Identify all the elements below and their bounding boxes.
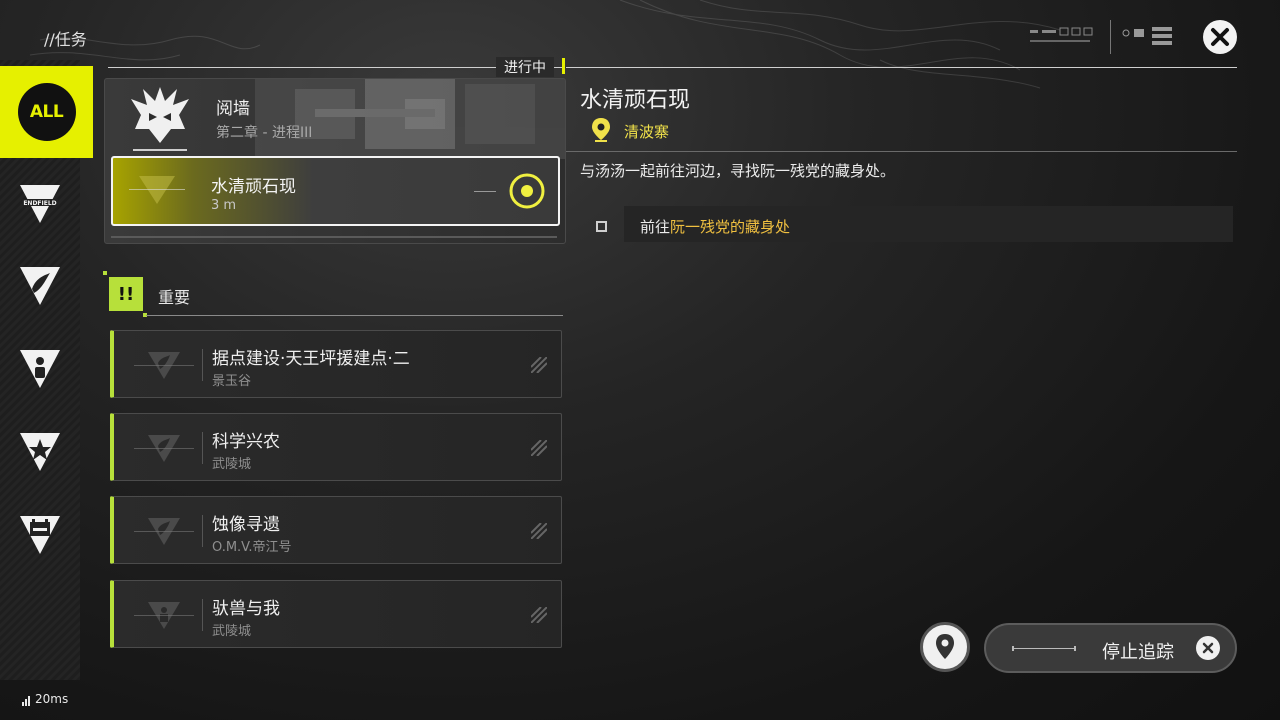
quest-detail-title: 水清顽石现	[580, 88, 691, 113]
divider	[202, 349, 203, 381]
hud-decoration	[1030, 27, 1093, 42]
important-label: 重要	[158, 288, 191, 307]
stop-tracking-button[interactable]: 停止追踪	[984, 623, 1237, 673]
objective-prefix: 前往	[640, 218, 671, 236]
divider	[202, 515, 203, 547]
origami-icon	[20, 267, 60, 305]
tracking-dash	[474, 191, 496, 192]
objective-checkbox	[596, 221, 607, 232]
quest-item-3[interactable]: 蚀像寻遗 O.M.V.帝江号	[110, 496, 562, 564]
quest-location: 武陵城	[212, 457, 252, 472]
important-divider	[146, 315, 563, 316]
objective-target: 阮一残党的藏身处	[670, 218, 791, 236]
in-progress-marker	[562, 58, 565, 74]
corner-dot	[103, 271, 107, 275]
hatch-icon	[531, 523, 547, 539]
in-progress-label: 进行中	[496, 57, 554, 77]
calendar-icon	[20, 516, 60, 554]
quest-location: 武陵城	[212, 624, 252, 639]
quest-item-1[interactable]: 据点建设·天王坪援建点·二 景玉谷	[110, 330, 562, 398]
hud-decoration-right	[1122, 27, 1172, 45]
chapter-emblem-icon	[131, 87, 189, 151]
chapter-divider	[111, 236, 557, 238]
divider	[202, 599, 203, 631]
signal-icon	[22, 695, 30, 706]
quest-name: 蚀像寻遗	[212, 515, 280, 535]
star-icon	[20, 433, 60, 471]
stop-icon	[1196, 636, 1220, 660]
map-pin-icon	[936, 634, 954, 659]
close-icon	[1211, 28, 1229, 46]
quest-type-icon	[134, 435, 194, 462]
sidebar-item-mission-type-2[interactable]	[0, 244, 80, 328]
endfield-icon: ENDFIELD	[20, 185, 60, 223]
quest-type-icon	[129, 176, 185, 204]
quest-item-2[interactable]: 科学兴农 武陵城	[110, 413, 562, 481]
sidebar-item-mission-type-4[interactable]	[0, 410, 80, 494]
network-status: 20ms	[22, 692, 68, 706]
important-badge: !!	[109, 277, 143, 311]
quest-name: 科学兴农	[212, 432, 280, 452]
quest-type-icon	[134, 518, 194, 545]
location-pin-icon	[592, 118, 610, 142]
detail-top-divider	[566, 67, 1237, 68]
quest-type-icon	[134, 352, 194, 379]
person-icon	[20, 350, 60, 388]
in-progress-divider	[108, 67, 563, 68]
quest-location: 景玉谷	[212, 374, 252, 389]
divider	[202, 432, 203, 464]
close-button[interactable]	[1203, 20, 1237, 54]
quest-item-4[interactable]: 驮兽与我 武陵城	[110, 580, 562, 648]
chapter-title: 阅墙	[216, 99, 250, 119]
stop-tracking-label: 停止追踪	[1102, 642, 1174, 663]
svg-text:ENDFIELD: ENDFIELD	[23, 200, 56, 207]
decorative-line	[1012, 646, 1076, 651]
active-quest-name: 水清顽石现	[211, 177, 296, 197]
sidebar-item-mission-type-5[interactable]	[0, 493, 80, 577]
quest-location: O.M.V.帝江号	[212, 540, 292, 555]
active-quest-item[interactable]: 水清顽石现 3 m	[111, 156, 560, 226]
hatch-icon	[531, 440, 547, 456]
quest-detail-location: 清波寨	[624, 123, 670, 141]
sidebar-item-mission-type-3[interactable]	[0, 327, 80, 411]
detail-divider	[566, 151, 1237, 152]
quest-name: 据点建设·天王坪援建点·二	[212, 349, 410, 369]
hud-divider	[1110, 20, 1111, 54]
page-title: //任务	[44, 30, 87, 49]
chapter-subtitle: 第二章 - 进程III	[216, 125, 313, 141]
all-label: ALL	[17, 83, 76, 141]
quest-description: 与汤汤一起前往河边，寻找阮一残党的藏身处。	[580, 162, 896, 180]
hatch-icon	[531, 357, 547, 373]
quest-name: 驮兽与我	[212, 599, 280, 619]
chapter-card: 阅墙 第二章 - 进程III 水清顽石现 3 m	[104, 78, 566, 244]
sidebar-item-endfield[interactable]: ENDFIELD	[0, 162, 80, 246]
tracking-target-icon	[509, 173, 545, 209]
sidebar-item-all[interactable]: ALL	[0, 66, 93, 158]
active-quest-distance: 3 m	[211, 198, 237, 213]
hatch-icon	[531, 607, 547, 623]
objective-text: 前往阮一残党的藏身处	[640, 216, 790, 237]
ping-value: 20ms	[35, 692, 69, 706]
locate-on-map-button[interactable]	[920, 622, 970, 672]
quest-type-icon	[134, 602, 194, 629]
